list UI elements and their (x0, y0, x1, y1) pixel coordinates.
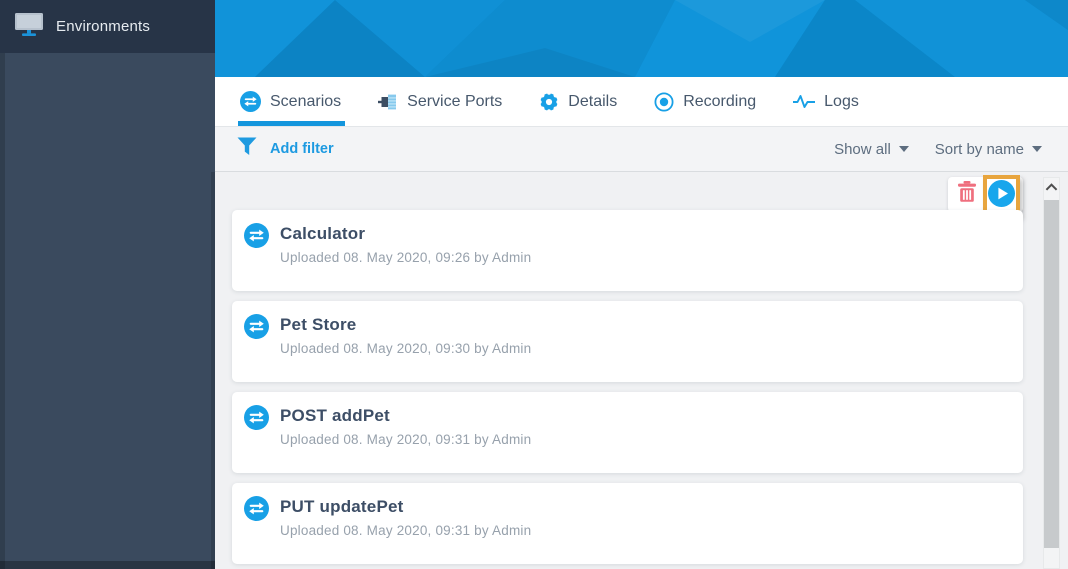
scenario-name: Calculator (280, 224, 366, 243)
header-banner (215, 0, 1068, 77)
swap-icon (244, 496, 269, 526)
funnel-icon (237, 137, 257, 161)
tab-label: Service Ports (407, 92, 503, 110)
sidebar: Environments (0, 0, 215, 569)
gear-icon (539, 91, 560, 112)
tab-label: Recording (683, 92, 757, 110)
tab-logs[interactable]: Logs (793, 77, 859, 126)
port-icon (378, 92, 398, 112)
list-item-post-addpet[interactable]: POST addPet Uploaded 08. May 2020, 09:31… (232, 392, 1023, 473)
scenario-name: POST addPet (280, 406, 390, 425)
delete-button[interactable] (948, 177, 986, 212)
sort-by-name-dropdown[interactable]: Sort by name (935, 141, 1042, 158)
pulse-icon (793, 94, 816, 109)
list-item-calculator[interactable]: Calculator Uploaded 08. May 2020, 09:26 … (232, 210, 1023, 291)
show-all-value: Show all (834, 140, 891, 158)
scenario-uploaded: Uploaded 08. May 2020, 09:26 by Admin (280, 250, 532, 265)
scenario-uploaded: Uploaded 08. May 2020, 09:30 by Admin (280, 341, 532, 356)
scenario-uploaded: Uploaded 08. May 2020, 09:31 by Admin (280, 432, 532, 447)
tab-scenarios[interactable]: Scenarios (237, 77, 346, 126)
caret-down-icon (1032, 146, 1042, 152)
swap-icon (244, 223, 269, 253)
tab-label: Details (568, 92, 618, 110)
sidebar-item-label: Environments (56, 18, 151, 35)
add-filter-button[interactable]: Add filter (237, 137, 334, 161)
app-window: Environments Scenarios Service Ports Det… (0, 0, 1068, 569)
list-item-put-updatepet[interactable]: PUT updatePet Uploaded 08. May 2020, 09:… (232, 483, 1023, 564)
list-item-pet-store[interactable]: Pet Store Uploaded 08. May 2020, 09:30 b… (232, 301, 1023, 382)
play-icon (988, 179, 1015, 212)
sidebar-bottom-edge (0, 561, 215, 569)
show-all-dropdown[interactable]: Show all (834, 141, 909, 158)
scroll-up-button[interactable] (1044, 178, 1059, 195)
filter-bar: Add filter Show all Sort by name (215, 127, 1068, 172)
scenario-name: Pet Store (280, 315, 357, 334)
tab-label: Logs (824, 92, 859, 110)
scenario-list: Calculator Uploaded 08. May 2020, 09:26 … (232, 210, 1023, 569)
record-icon (654, 91, 674, 112)
tab-recording[interactable]: Recording (654, 77, 756, 126)
main-panel: Scenarios Service Ports Details Recordin… (215, 0, 1068, 569)
swap-icon (244, 314, 269, 344)
sort-by-value: Sort by name (934, 140, 1024, 158)
trash-icon (957, 181, 977, 208)
scrollbar-thumb[interactable] (1044, 200, 1059, 548)
tab-bar: Scenarios Service Ports Details Recordin… (215, 77, 1068, 127)
caret-down-icon (898, 146, 909, 152)
scenario-list-panel: Calculator Uploaded 08. May 2020, 09:26 … (215, 172, 1068, 569)
filter-controls: Show all Sort by name (834, 141, 1042, 158)
tab-details[interactable]: Details (539, 77, 617, 126)
tab-label: Scenarios (270, 92, 342, 110)
sidebar-item-environments[interactable]: Environments (0, 0, 215, 53)
scenario-uploaded: Uploaded 08. May 2020, 09:31 by Admin (280, 523, 532, 538)
chevron-up-icon (1045, 178, 1058, 196)
scenario-name: PUT updatePet (280, 497, 404, 516)
play-button[interactable] (988, 179, 1015, 212)
monitor-icon (14, 12, 44, 42)
swap-icon (240, 91, 261, 112)
tab-service-ports[interactable]: Service Ports (378, 77, 502, 126)
swap-icon (244, 405, 269, 435)
add-filter-label: Add filter (270, 141, 334, 157)
vertical-scrollbar[interactable] (1043, 177, 1060, 569)
sidebar-left-edge (0, 53, 5, 569)
